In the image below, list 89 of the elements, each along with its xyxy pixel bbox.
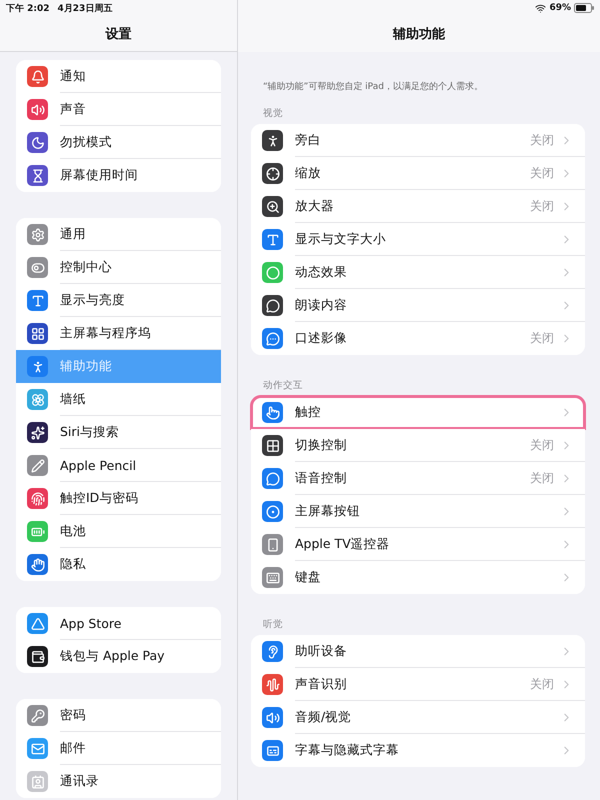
person-icon (262, 130, 283, 151)
item-label: 辅助功能 (60, 358, 113, 375)
key-icon (27, 705, 48, 726)
settings-icon (27, 224, 48, 245)
contact-icon (27, 771, 48, 792)
item-label: 口述影像 (295, 330, 348, 347)
flower-icon (27, 389, 48, 410)
item-label: 隐私 (60, 556, 87, 573)
type-icon (27, 290, 48, 311)
item-value: 关闭 (530, 164, 554, 182)
item-label: 通讯录 (60, 773, 100, 790)
type-icon (262, 229, 283, 250)
item-label: 钱包与 Apple Pay (60, 648, 166, 665)
item-label: 切换控制 (295, 436, 348, 454)
section-header: 动作交互 (262, 379, 304, 393)
item-label: 放大器 (295, 198, 335, 214)
speaker-icon (27, 99, 48, 120)
waveform-icon (262, 674, 283, 695)
target-icon (262, 163, 283, 184)
item-label: 电池 (60, 522, 87, 540)
item-label: 密码 (60, 706, 87, 724)
item-label: 触控 (295, 404, 322, 420)
item-label: 邮件 (60, 740, 87, 756)
item-label: Apple Pencil (60, 458, 138, 472)
item-label: 助听设备 (295, 642, 348, 660)
speech-bubble-icon (262, 295, 283, 316)
hourglass-icon (27, 165, 48, 186)
item-label: 勿扰模式 (60, 134, 113, 150)
pencil-icon (27, 455, 48, 476)
item-label: 屏幕使用时间 (60, 167, 139, 184)
status-date: 4月23日周五 (58, 2, 112, 14)
item-label: Siri与搜索 (60, 424, 120, 440)
person-icon (27, 356, 48, 377)
battery-icon (27, 521, 48, 542)
section-header: 听觉 (262, 618, 284, 632)
item-label: 通用 (60, 226, 87, 242)
battery-percentage: 69% (549, 3, 571, 13)
speech-bubble-icon (262, 468, 283, 489)
sidebar-title: 设置 (106, 26, 132, 42)
battery-icon (574, 3, 594, 13)
wallet-icon (27, 646, 48, 667)
item-value: 关闭 (530, 330, 554, 347)
pointer-icon (262, 402, 283, 423)
item-label: 墙纸 (60, 390, 87, 408)
item-label: 动态效果 (295, 264, 348, 280)
item-label: Apple TV遥控器 (295, 536, 391, 552)
ear-icon (262, 641, 283, 662)
item-label: 旁白 (295, 132, 322, 148)
zoom-in-icon (262, 196, 283, 217)
page-title: 辅助功能 (393, 26, 445, 43)
item-label: 主屏幕按钮 (295, 502, 361, 520)
item-label: 通知 (60, 68, 87, 84)
grid-icon (27, 323, 48, 344)
status-time: 下午 2:02 (6, 2, 50, 14)
settings-row[interactable]: 触控 (251, 396, 585, 429)
item-label: App Store (60, 616, 122, 630)
item-label: 声音识别 (295, 676, 348, 692)
hand-icon (27, 554, 48, 575)
captions-icon (262, 740, 283, 761)
speaker-icon (262, 707, 283, 728)
item-label: 触控ID与密码 (60, 490, 140, 506)
item-label: 声音 (60, 100, 87, 118)
description-text: “辅助功能”可帮助您自定 iPad，以满足您的个人需求。 (262, 80, 484, 94)
item-label: 缩放 (295, 164, 322, 182)
item-label: 显示与亮度 (60, 292, 126, 308)
item-label: 键盘 (295, 569, 322, 586)
item-label: 控制中心 (60, 258, 113, 276)
item-value: 关闭 (530, 436, 554, 454)
item-label: 语音控制 (295, 470, 348, 486)
keyboard-icon (262, 567, 283, 588)
item-label: 字幕与隐藏式字幕 (295, 742, 400, 759)
item-label: 显示与文字大小 (295, 230, 387, 248)
chat-icon (262, 328, 283, 349)
fingerprint-icon (27, 488, 48, 509)
sparkle-icon (27, 422, 48, 443)
moon-icon (27, 132, 48, 153)
item-value: 关闭 (530, 470, 554, 486)
bell-icon (27, 66, 48, 87)
grid-icon (262, 435, 283, 456)
item-value: 关闭 (530, 676, 554, 692)
item-label: 主屏幕与程序坞 (60, 324, 152, 342)
toggle-icon (27, 257, 48, 278)
mail-icon (27, 738, 48, 759)
section-header: 视觉 (262, 107, 284, 121)
wifi-icon (535, 2, 546, 14)
item-label: 朗读内容 (295, 296, 348, 314)
item-value: 关闭 (530, 198, 554, 214)
item-value: 关闭 (530, 132, 554, 148)
item-label: 音频/视觉 (295, 708, 352, 726)
